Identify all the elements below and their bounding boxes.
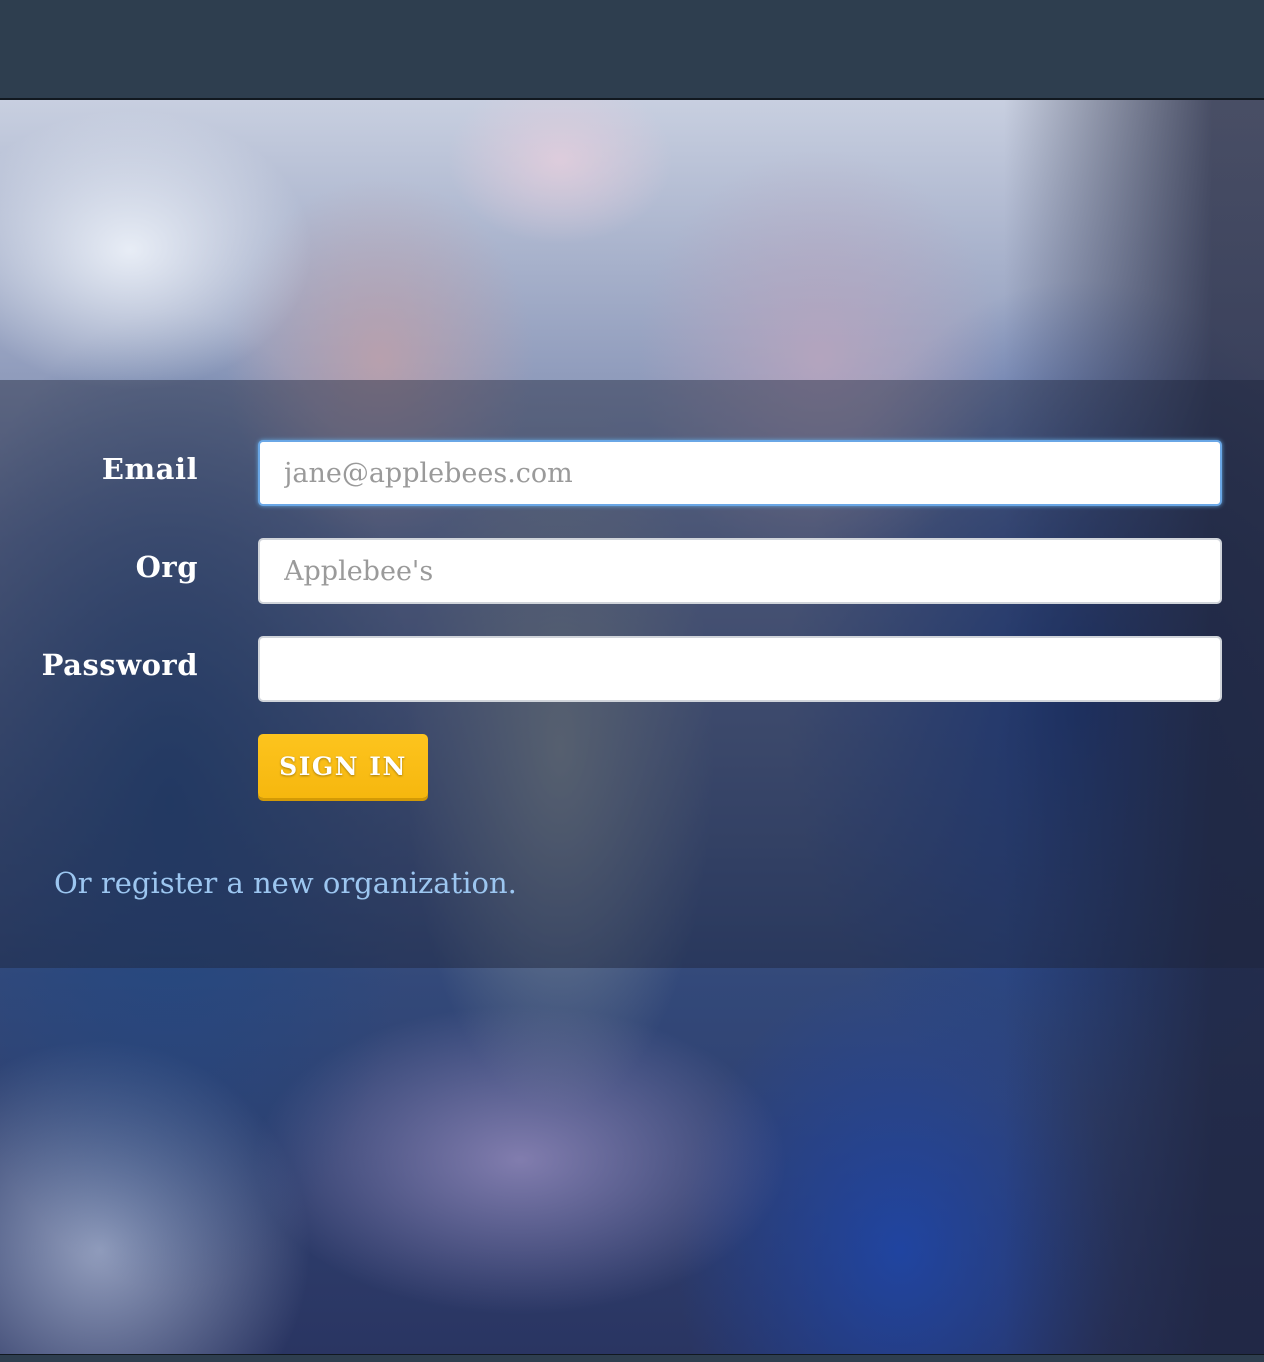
register-organization-link[interactable]: Or register a new organization. xyxy=(54,866,517,900)
email-input[interactable] xyxy=(258,440,1222,506)
org-input[interactable] xyxy=(258,538,1222,604)
bottom-bar xyxy=(0,1354,1264,1362)
org-label: Org xyxy=(135,550,198,584)
password-label: Password xyxy=(41,648,198,682)
login-page: Email Org Password SIGN IN Or register a… xyxy=(0,0,1264,1362)
email-label: Email xyxy=(101,452,198,486)
top-navigation-bar xyxy=(0,0,1264,100)
sign-in-button[interactable]: SIGN IN xyxy=(258,734,428,798)
password-input[interactable] xyxy=(258,636,1222,702)
